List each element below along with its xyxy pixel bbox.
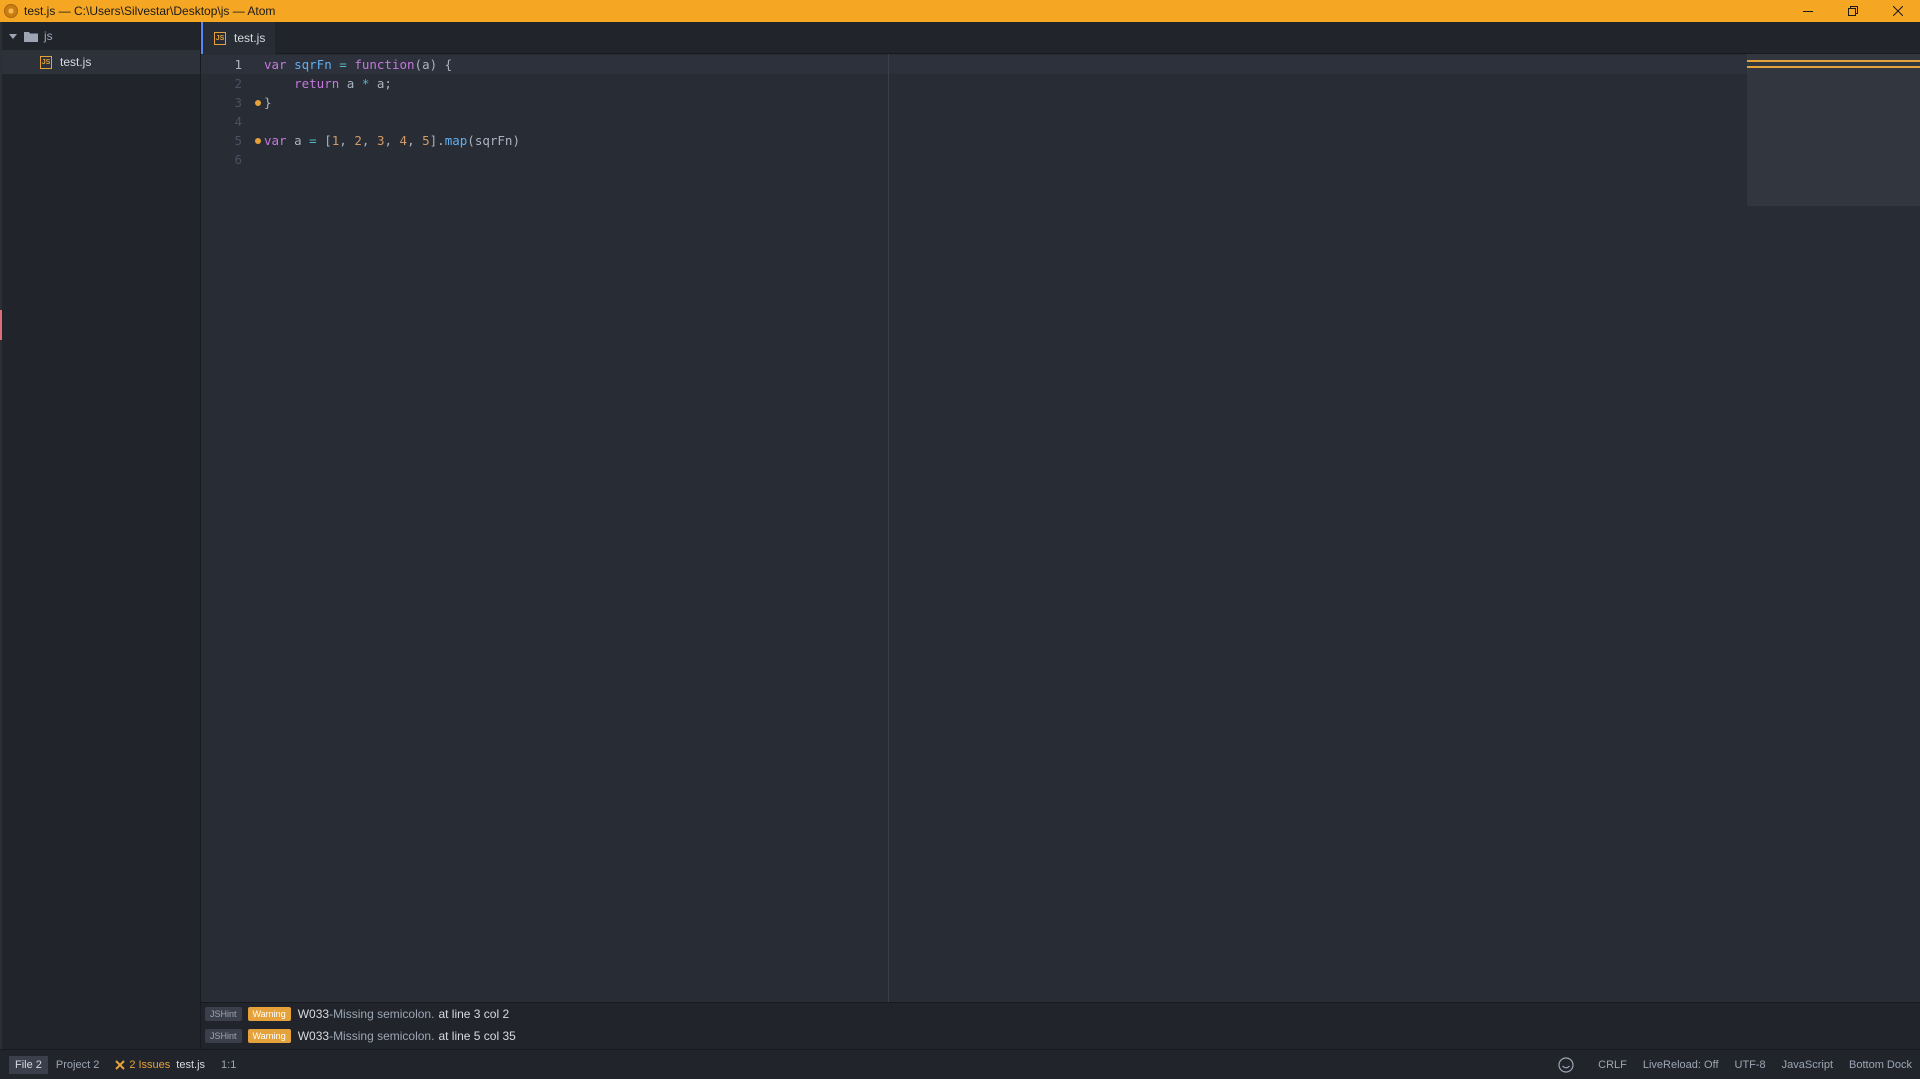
code-token: return: [294, 76, 340, 91]
minimize-button[interactable]: [1785, 0, 1830, 22]
linter-message-text: Missing semicolon.: [333, 1007, 435, 1021]
code-token: var: [264, 57, 295, 72]
code-token: function: [354, 57, 415, 72]
linter-message-text: Missing semicolon.: [333, 1029, 435, 1043]
lint-warning-marker[interactable]: [255, 100, 261, 106]
minimap[interactable]: [1747, 54, 1920, 1002]
code-token: a: [339, 76, 362, 91]
linter-message-code: W033: [297, 1007, 330, 1021]
linter-message[interactable]: JSHint Warning W033 - Missing semicolon.…: [201, 1025, 1920, 1047]
minimap-visible-area[interactable]: [1747, 54, 1920, 206]
line-number: 3: [234, 95, 242, 110]
js-file-icon: JS: [40, 55, 52, 69]
linter-message-code: W033: [297, 1029, 330, 1043]
wrap-guide: [888, 54, 889, 1002]
bottom-dock-toggle[interactable]: Bottom Dock: [1849, 1059, 1912, 1071]
restore-button[interactable]: [1830, 0, 1875, 22]
code-token: 5: [422, 133, 430, 148]
code-token: =: [331, 57, 355, 72]
code-token: [: [316, 133, 332, 148]
code-lines[interactable]: var sqrFn = function(a) { return a * a;}…: [255, 54, 520, 169]
linter-message-location[interactable]: at line 3 col 2: [438, 1007, 509, 1021]
file-encoding[interactable]: UTF-8: [1735, 1059, 1766, 1071]
code-token: map: [444, 133, 468, 148]
tab-label: test.js: [234, 31, 266, 45]
close-button[interactable]: [1875, 0, 1920, 22]
code-token: sqrFn: [294, 57, 332, 72]
tree-file-item[interactable]: JS test.js: [2, 50, 200, 74]
folder-icon: [24, 31, 38, 42]
left-edge-accent: [0, 310, 2, 340]
line-number: 1: [234, 57, 242, 72]
warning-badge: Warning: [247, 1029, 291, 1043]
live-reload-status[interactable]: LiveReload: Off: [1643, 1059, 1719, 1071]
tab-test-js[interactable]: JS test.js: [201, 22, 275, 54]
code-line[interactable]: [264, 150, 520, 169]
code-token: ].: [429, 133, 445, 148]
chevron-down-icon: [9, 34, 17, 39]
warning-badge: Warning: [247, 1007, 291, 1021]
code-token: 4: [399, 133, 408, 148]
title-bar: test.js — C:\Users\Silvestar\Desktop\js …: [0, 0, 1920, 22]
code-token: =: [309, 133, 317, 148]
minimize-icon: [1802, 11, 1813, 12]
line-number: 6: [234, 152, 242, 167]
line-number-gutter: 1 2 3 4 5 6: [201, 54, 247, 169]
code-token: a: [286, 133, 310, 148]
js-file-icon: JS: [214, 31, 226, 45]
code-token: 2: [354, 133, 362, 148]
atom-logo-icon: [4, 4, 18, 18]
code-token: (sqrFn): [467, 133, 520, 148]
linter-message[interactable]: JSHint Warning W033 - Missing semicolon.…: [201, 1003, 1920, 1025]
tree-view: js JS test.js: [0, 22, 201, 1049]
tree-file-label: test.js: [60, 55, 92, 69]
code-token: var: [264, 133, 287, 148]
code-line[interactable]: }: [255, 93, 520, 112]
code-token: ,: [361, 133, 377, 148]
code-token: ,: [384, 133, 400, 148]
grammar-selector[interactable]: JavaScript: [1782, 1059, 1833, 1071]
line-ending[interactable]: CRLF: [1598, 1059, 1627, 1071]
lint-warning-marker[interactable]: [255, 138, 261, 144]
status-file-name[interactable]: test.js: [176, 1059, 205, 1071]
tab-bar: JS test.js: [201, 22, 1920, 54]
code-line[interactable]: return a * a;: [264, 74, 520, 93]
code-token: (a) {: [414, 57, 453, 72]
minimap-marker-line: [1747, 66, 1920, 68]
linter-source-badge: JSHint: [205, 1029, 242, 1043]
code-token: }: [264, 95, 272, 110]
code-line[interactable]: [264, 112, 520, 131]
linter-project-tab[interactable]: Project 2: [50, 1056, 105, 1074]
line-number: 2: [234, 76, 242, 91]
code-token: a;: [369, 76, 392, 91]
tree-root-label: js: [44, 29, 53, 43]
cursor-position[interactable]: 1:1: [221, 1059, 236, 1071]
code-token: ,: [339, 133, 355, 148]
code-token: ,: [407, 133, 423, 148]
close-icon: [1892, 6, 1903, 16]
line-number: 5: [234, 133, 242, 148]
text-editor[interactable]: 123456 var sqrFn = function(a) { return …: [201, 54, 1747, 1002]
issues-label: 2 Issues: [129, 1058, 171, 1071]
issues-count[interactable]: 2 Issues: [115, 1059, 170, 1071]
status-bar: File 2 Project 2 2 Issues test.js 1:1 CR…: [0, 1049, 1920, 1079]
line-number: 4: [234, 114, 242, 129]
linter-file-tab[interactable]: File 2: [9, 1055, 48, 1074]
tree-root-folder[interactable]: js: [2, 22, 200, 50]
window-title: test.js — C:\Users\Silvestar\Desktop\js …: [24, 4, 276, 18]
code-line[interactable]: var sqrFn = function(a) {: [264, 55, 520, 74]
error-x-icon: [115, 1059, 126, 1070]
feedback-smiley-icon[interactable]: [1558, 1056, 1574, 1073]
code-line[interactable]: var a = [1, 2, 3, 4, 5].map(sqrFn): [255, 131, 520, 150]
linter-panel: JSHint Warning W033 - Missing semicolon.…: [201, 1002, 1920, 1049]
minimap-marker-line: [1747, 60, 1920, 62]
linter-message-location[interactable]: at line 5 col 35: [438, 1029, 515, 1043]
restore-icon: [1847, 6, 1858, 16]
linter-source-badge: JSHint: [205, 1007, 242, 1021]
